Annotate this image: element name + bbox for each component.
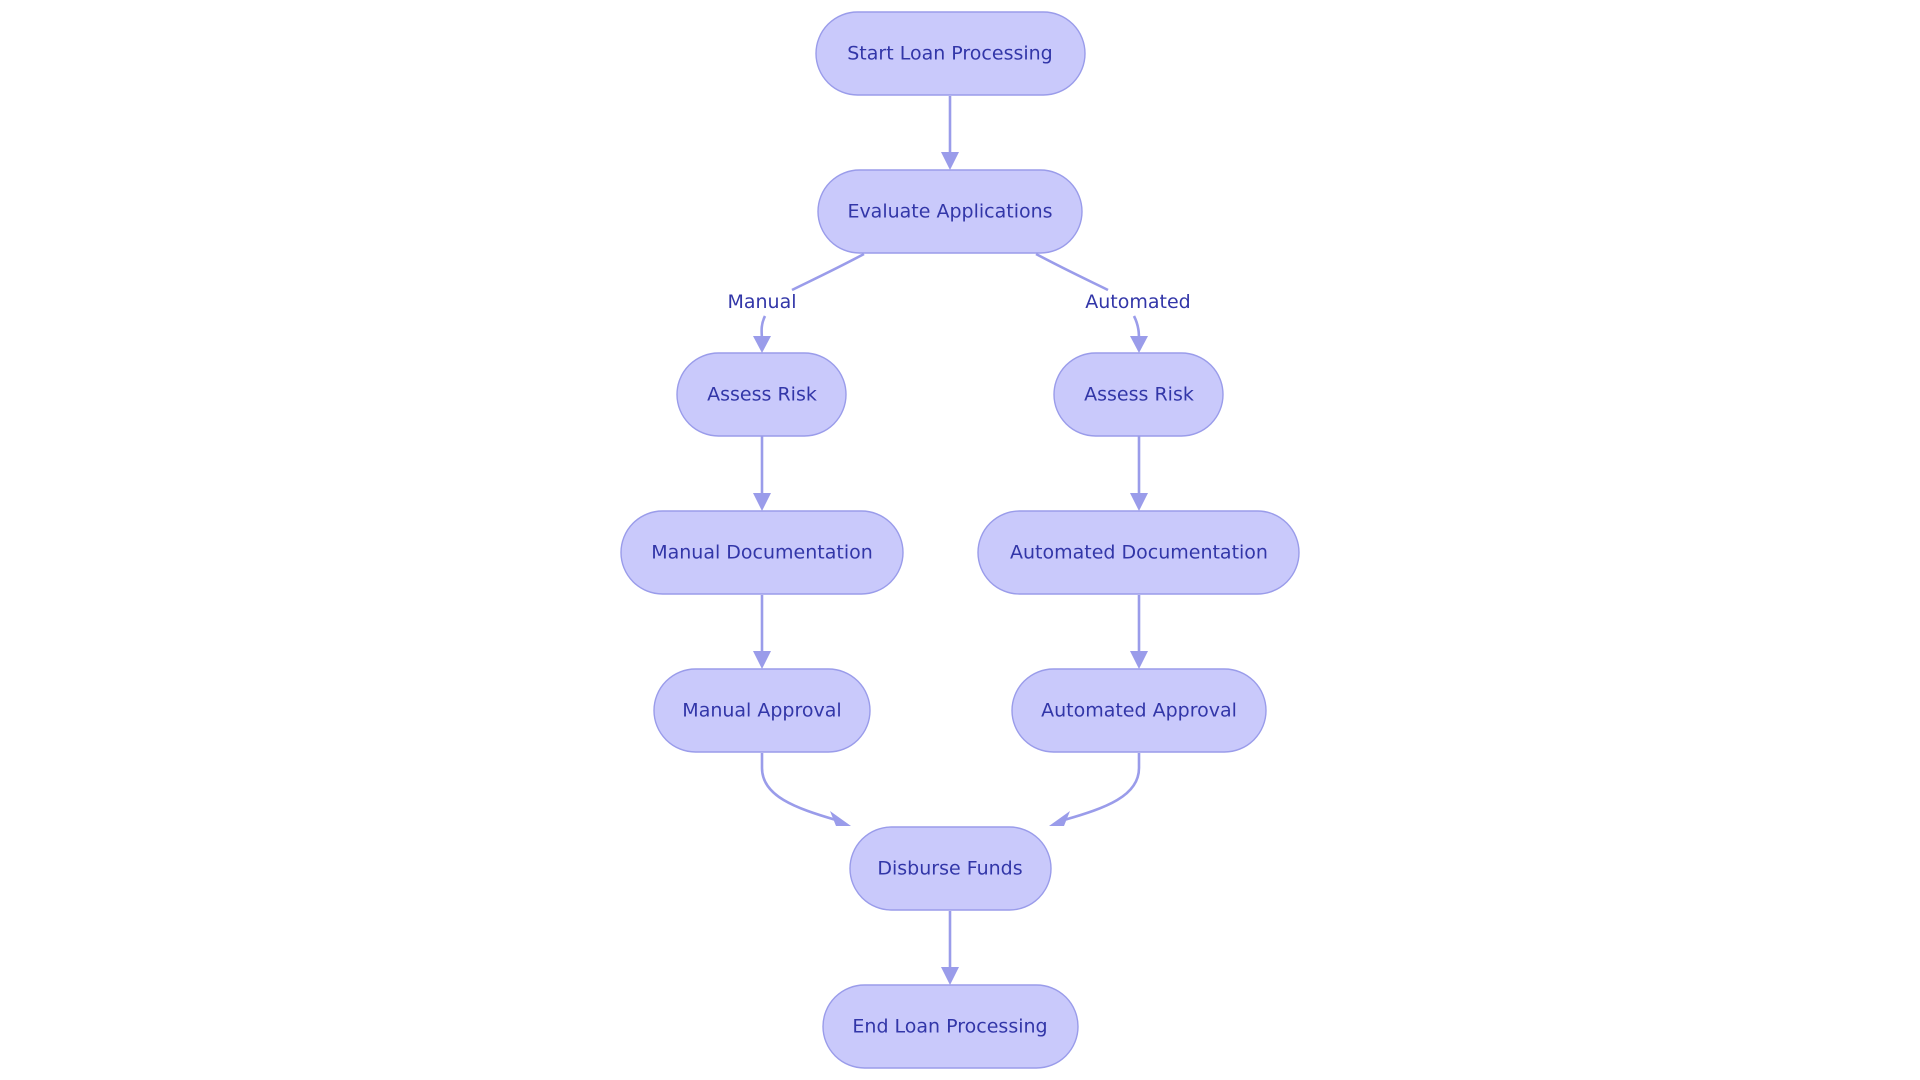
- node-label: Evaluate Applications: [847, 201, 1052, 223]
- node-label: Assess Risk: [707, 384, 817, 406]
- node-label: Manual Approval: [682, 700, 841, 722]
- arrowhead-icon: [1049, 811, 1070, 826]
- arrowhead-icon: [1130, 336, 1148, 353]
- flowchart-canvas: Manual Automated Start Loan Processing E…: [620, 11, 1300, 1069]
- edge-assess-auto-doc: [1130, 436, 1148, 511]
- edge-assess-manual-doc: [753, 436, 771, 511]
- edge-manual-approval-disburse: [760, 753, 851, 826]
- edge-label-manual-text: Manual: [727, 291, 796, 313]
- arrowhead-icon: [941, 967, 959, 985]
- node-disburse-funds[interactable]: Disburse Funds: [849, 826, 1052, 911]
- edge-label-automated: Automated: [1085, 291, 1190, 313]
- arrowhead-icon: [941, 152, 959, 170]
- node-label: Assess Risk: [1084, 384, 1194, 406]
- node-start-loan-processing[interactable]: Start Loan Processing: [815, 11, 1086, 96]
- node-manual-documentation[interactable]: Manual Documentation: [620, 510, 904, 595]
- node-assess-risk-manual[interactable]: Assess Risk: [676, 352, 847, 437]
- node-label: Start Loan Processing: [847, 43, 1053, 65]
- node-assess-risk-automated[interactable]: Assess Risk: [1053, 352, 1224, 437]
- edge-auto-doc-approval: [1130, 595, 1148, 669]
- arrowhead-icon: [1130, 493, 1148, 511]
- node-automated-documentation[interactable]: Automated Documentation: [977, 510, 1300, 595]
- node-label: Disburse Funds: [877, 858, 1022, 880]
- edge-auto-approval-disburse: [1049, 753, 1141, 826]
- arrowhead-icon: [753, 651, 771, 669]
- node-label: Manual Documentation: [651, 542, 873, 564]
- arrowhead-icon: [1130, 651, 1148, 669]
- edge-manual-doc-approval: [753, 595, 771, 669]
- node-end-loan-processing[interactable]: End Loan Processing: [822, 984, 1079, 1069]
- node-evaluate-applications[interactable]: Evaluate Applications: [817, 169, 1083, 254]
- edge-start-evaluate: [941, 96, 959, 170]
- node-label: Automated Approval: [1041, 700, 1237, 722]
- node-label: Automated Documentation: [1010, 542, 1268, 564]
- arrowhead-icon: [830, 811, 851, 826]
- edge-label-manual: Manual: [727, 291, 796, 313]
- node-label: End Loan Processing: [852, 1016, 1047, 1038]
- arrowhead-icon: [753, 493, 771, 511]
- arrowhead-icon: [753, 336, 771, 353]
- node-automated-approval[interactable]: Automated Approval: [1011, 668, 1267, 753]
- node-manual-approval[interactable]: Manual Approval: [653, 668, 871, 753]
- edge-disburse-end: [941, 911, 959, 985]
- edge-label-automated-text: Automated: [1085, 291, 1190, 313]
